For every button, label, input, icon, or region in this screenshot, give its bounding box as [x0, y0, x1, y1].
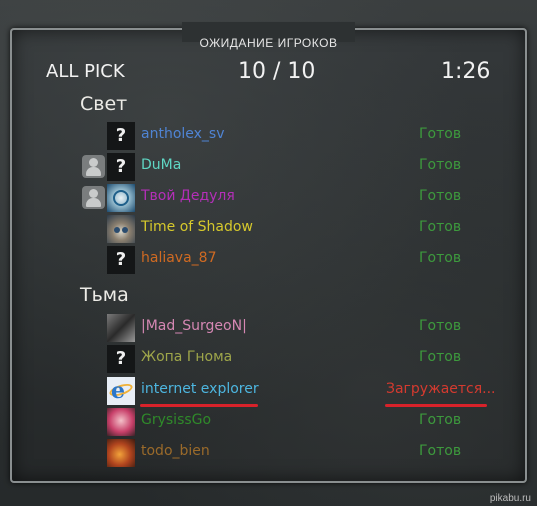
fire-face-avatar-icon	[107, 439, 135, 467]
shadow-avatar-icon	[107, 314, 135, 342]
unknown-avatar-icon: ?	[107, 246, 135, 274]
red-underline-status	[385, 404, 487, 407]
unknown-avatar-icon: ?	[107, 122, 135, 150]
unknown-avatar-icon: ?	[107, 153, 135, 181]
waiting-title: ОЖИДАНИЕ ИГРОКОВ	[199, 36, 338, 50]
player-row[interactable]: Твой Дедуля Готов	[0, 184, 537, 212]
red-underline-name	[140, 404, 258, 407]
player-status: Готов	[419, 219, 462, 235]
player-name: haliava_87	[141, 250, 217, 266]
player-row[interactable]: GrysissGo Готов	[0, 408, 537, 436]
game-mode: ALL PICK	[46, 61, 125, 82]
player-status: Готов	[419, 126, 462, 142]
watermark: pikabu.ru	[489, 493, 531, 504]
player-status: Готов	[419, 443, 462, 459]
player-name: Time of Shadow	[141, 219, 253, 235]
player-status: Готов	[419, 188, 462, 204]
player-row[interactable]: ? haliava_87 Готов	[0, 246, 537, 274]
player-status: Готов	[419, 349, 462, 365]
player-name: Твой Дедуля	[141, 188, 235, 204]
player-status-loading: Загружается...	[386, 381, 496, 397]
countdown-timer: 1:26	[441, 59, 491, 84]
cat-avatar-icon	[107, 215, 135, 243]
team-title-dire: Тьма	[80, 284, 129, 306]
player-row[interactable]: e internet explorer Загружается...	[0, 377, 537, 405]
player-row[interactable]: ? DuMa Готов	[0, 153, 537, 181]
player-status: Готов	[419, 157, 462, 173]
player-count: 10 / 10	[238, 59, 316, 84]
internet-explorer-avatar-icon: e	[107, 377, 135, 405]
player-row[interactable]: ? Жопа Гнома Готов	[0, 345, 537, 373]
dota-logo-avatar-icon	[107, 184, 135, 212]
player-status: Готов	[419, 250, 462, 266]
user-silhouette-icon	[82, 155, 105, 178]
unknown-avatar-icon: ?	[107, 345, 135, 373]
user-silhouette-icon	[82, 186, 105, 209]
player-name: DuMa	[141, 157, 182, 173]
player-status: Готов	[419, 318, 462, 334]
player-name: internet explorer	[141, 381, 259, 397]
player-status: Готов	[419, 412, 462, 428]
player-name: |Mad_SurgeoN|	[141, 318, 247, 334]
player-row[interactable]: Time of Shadow Готов	[0, 215, 537, 243]
player-row[interactable]: |Mad_SurgeoN| Готов	[0, 314, 537, 342]
player-name: antholex_sv	[141, 126, 225, 142]
player-name: GrysissGo	[141, 412, 212, 428]
player-row[interactable]: ? antholex_sv Готов	[0, 122, 537, 150]
player-row[interactable]: todo_bien Готов	[0, 439, 537, 467]
player-name: Жопа Гнома	[141, 349, 233, 365]
player-name: todo_bien	[141, 443, 210, 459]
team-title-radiant: Свет	[80, 93, 128, 115]
pink-face-avatar-icon	[107, 408, 135, 436]
